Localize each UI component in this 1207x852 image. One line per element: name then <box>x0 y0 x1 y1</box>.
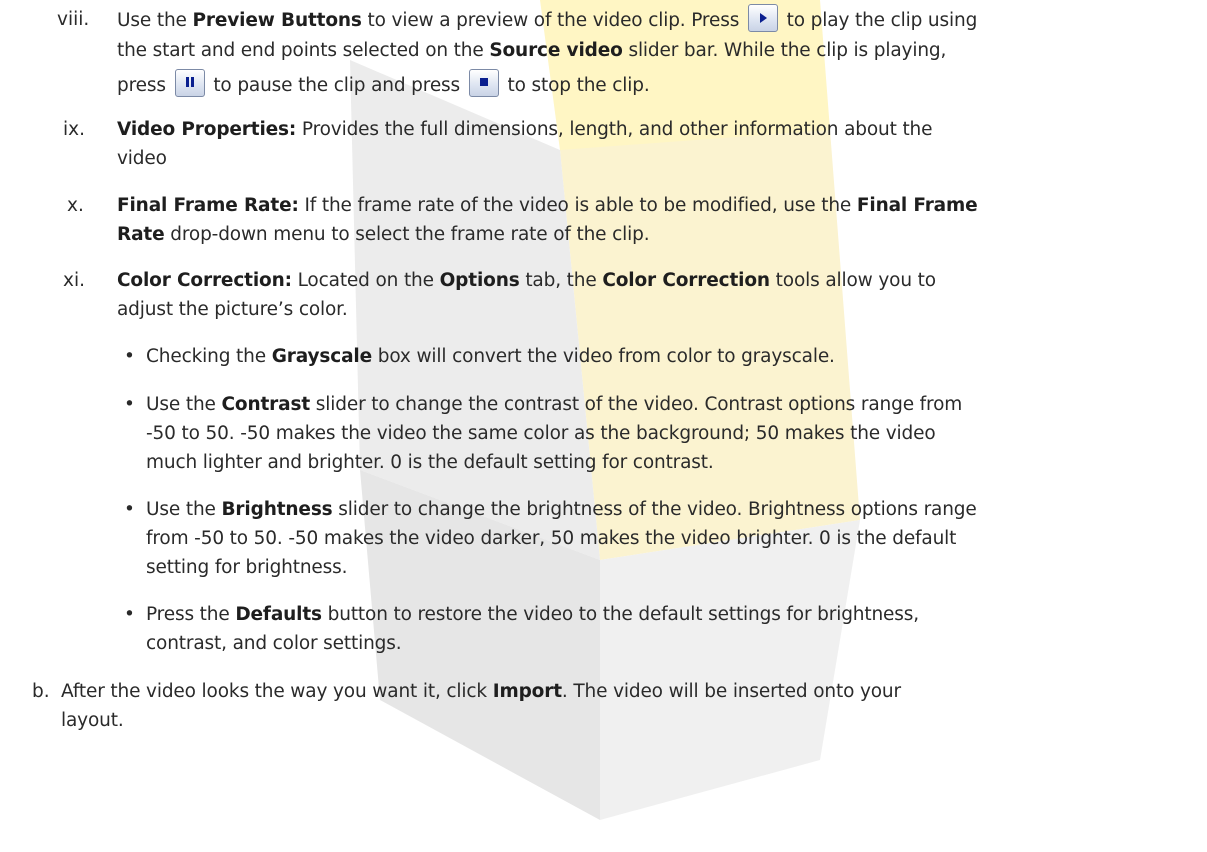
item-viii-line2: the start and end points selected on the… <box>117 40 947 61</box>
item-marker-ix: ix. <box>63 119 85 140</box>
item-ix-line2: video <box>117 148 167 169</box>
item-x-line2: Rate drop-down menu to select the frame … <box>117 224 650 245</box>
item-b-line2: layout. <box>61 710 124 731</box>
stop-icon <box>468 69 499 97</box>
bullet-marker: • <box>124 604 135 625</box>
bullet-marker: • <box>124 499 135 520</box>
item-ix-line1: Video Properties: Provides the full dime… <box>117 119 933 140</box>
bullet-brightness-line2: from -50 to 50. -50 makes the video dark… <box>146 528 957 549</box>
bullet-brightness-line3: setting for brightness. <box>146 557 348 578</box>
item-marker-viii: viii. <box>57 9 90 30</box>
item-b-line1: After the video looks the way you want i… <box>61 681 901 702</box>
item-xi-line2: adjust the picture’s color. <box>117 299 348 320</box>
item-x-line1: Final Frame Rate: If the frame rate of t… <box>117 195 978 216</box>
item-viii-line3: press to pause the clip and press to sto… <box>117 69 1197 101</box>
bullet-grayscale-line1: Checking the Grayscale box will convert … <box>146 346 835 367</box>
item-marker-x: x. <box>67 195 84 216</box>
item-marker-xi: xi. <box>63 270 85 291</box>
item-xi-line1: Color Correction: Located on the Options… <box>117 270 936 291</box>
item-marker-b: b. <box>32 681 50 702</box>
item-viii-line1: Use the Preview Buttons to view a previe… <box>117 4 1197 36</box>
bullet-defaults-line1: Press the Defaults button to restore the… <box>146 604 919 625</box>
bullet-brightness-line1: Use the Brightness slider to change the … <box>146 499 977 520</box>
bullet-contrast-line1: Use the Contrast slider to change the co… <box>146 394 963 415</box>
bullet-marker: • <box>124 346 135 367</box>
bullet-marker: • <box>124 394 135 415</box>
bullet-contrast-line3: much lighter and brighter. 0 is the defa… <box>146 452 714 473</box>
bullet-contrast-line2: -50 to 50. -50 makes the video the same … <box>146 423 936 444</box>
bullet-defaults-line2: contrast, and color settings. <box>146 633 402 654</box>
document-page: viii. Use the Preview Buttons to view a … <box>0 0 1207 852</box>
pause-icon <box>174 69 205 97</box>
play-icon <box>747 4 778 32</box>
